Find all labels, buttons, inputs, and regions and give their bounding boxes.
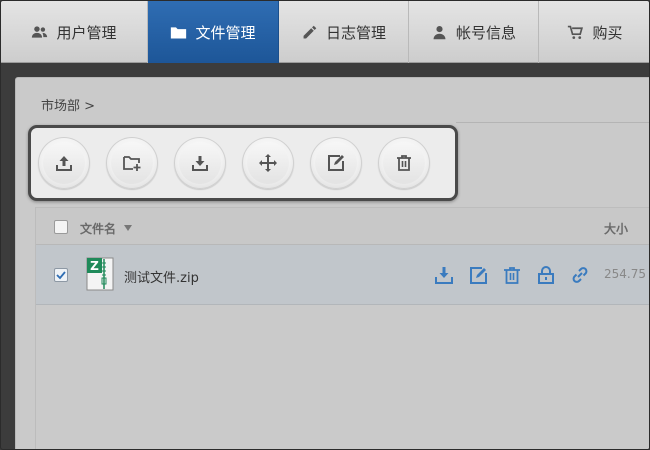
- nav-tab-account[interactable]: 帐号信息: [409, 1, 539, 63]
- users-icon: [32, 25, 48, 38]
- table-row[interactable]: Z 测试文件.zip 254.75: [36, 245, 649, 305]
- nav-tab-label: 用户管理: [56, 23, 117, 42]
- nav-tab-label: 帐号信息: [455, 23, 516, 42]
- sort-down-icon[interactable]: [124, 225, 132, 231]
- move-button[interactable]: [242, 137, 294, 189]
- row-link-button[interactable]: [570, 264, 604, 286]
- edit-icon: [328, 155, 344, 171]
- nav-tab-purchase[interactable]: 购买: [539, 1, 649, 63]
- folder-plus-icon: [123, 156, 141, 171]
- row-delete-button[interactable]: [502, 264, 536, 286]
- new-folder-button[interactable]: [106, 137, 158, 189]
- check-icon: [56, 271, 66, 280]
- column-header-name[interactable]: 文件名: [80, 220, 116, 237]
- file-list-header: 文件名 大小: [36, 207, 649, 245]
- zip-file-icon: Z: [86, 257, 114, 291]
- row-lock-button[interactable]: [536, 264, 570, 286]
- file-list-empty-area: [36, 305, 649, 449]
- user-icon: [433, 25, 446, 39]
- trash-icon: [397, 155, 411, 171]
- app-window: 用户管理 文件管理 日志管理 帐号信息 购买 市场部 > 文件名 大小 Z 测试…: [0, 0, 650, 450]
- file-list: 文件名 大小 Z 测试文件.zip 254.75: [35, 207, 649, 449]
- nav-tab-label: 文件管理: [195, 23, 256, 42]
- upload-button[interactable]: [38, 137, 90, 189]
- edit-button[interactable]: [310, 137, 362, 189]
- edit-icon: [470, 267, 487, 284]
- row-download-button[interactable]: [434, 264, 468, 286]
- nav-tab-logs[interactable]: 日志管理: [279, 1, 409, 63]
- nav-tab-label: 购买: [592, 23, 623, 42]
- breadcrumb-item[interactable]: 市场部: [41, 99, 80, 114]
- select-all-checkbox[interactable]: [54, 220, 68, 234]
- download-button[interactable]: [174, 137, 226, 189]
- row-actions: [434, 264, 604, 286]
- row-edit-button[interactable]: [468, 264, 502, 286]
- column-header-size[interactable]: 大小: [604, 220, 628, 237]
- top-nav: 用户管理 文件管理 日志管理 帐号信息 购买: [1, 1, 649, 63]
- move-icon: [259, 154, 277, 172]
- delete-button[interactable]: [378, 137, 430, 189]
- cart-icon: [568, 25, 584, 39]
- divider: [456, 122, 649, 123]
- nav-tab-files[interactable]: 文件管理: [148, 1, 279, 63]
- file-size: 254.75 KB: [604, 267, 649, 281]
- breadcrumb: 市场部 >: [41, 95, 95, 114]
- file-name[interactable]: 测试文件.zip: [124, 267, 199, 286]
- lock-icon: [538, 266, 554, 284]
- folder-icon: [171, 26, 187, 38]
- trash-icon: [504, 267, 520, 284]
- download-icon: [192, 156, 208, 171]
- pencil-icon: [303, 25, 317, 38]
- nav-tab-users[interactable]: 用户管理: [1, 1, 148, 63]
- svg-text:Z: Z: [90, 259, 99, 273]
- breadcrumb-separator: >: [84, 99, 96, 114]
- nav-tab-label: 日志管理: [325, 23, 386, 42]
- download-icon: [435, 267, 453, 284]
- row-checkbox[interactable]: [54, 268, 68, 282]
- file-toolbar: [28, 125, 458, 201]
- link-icon: [572, 267, 588, 283]
- upload-icon: [56, 156, 72, 171]
